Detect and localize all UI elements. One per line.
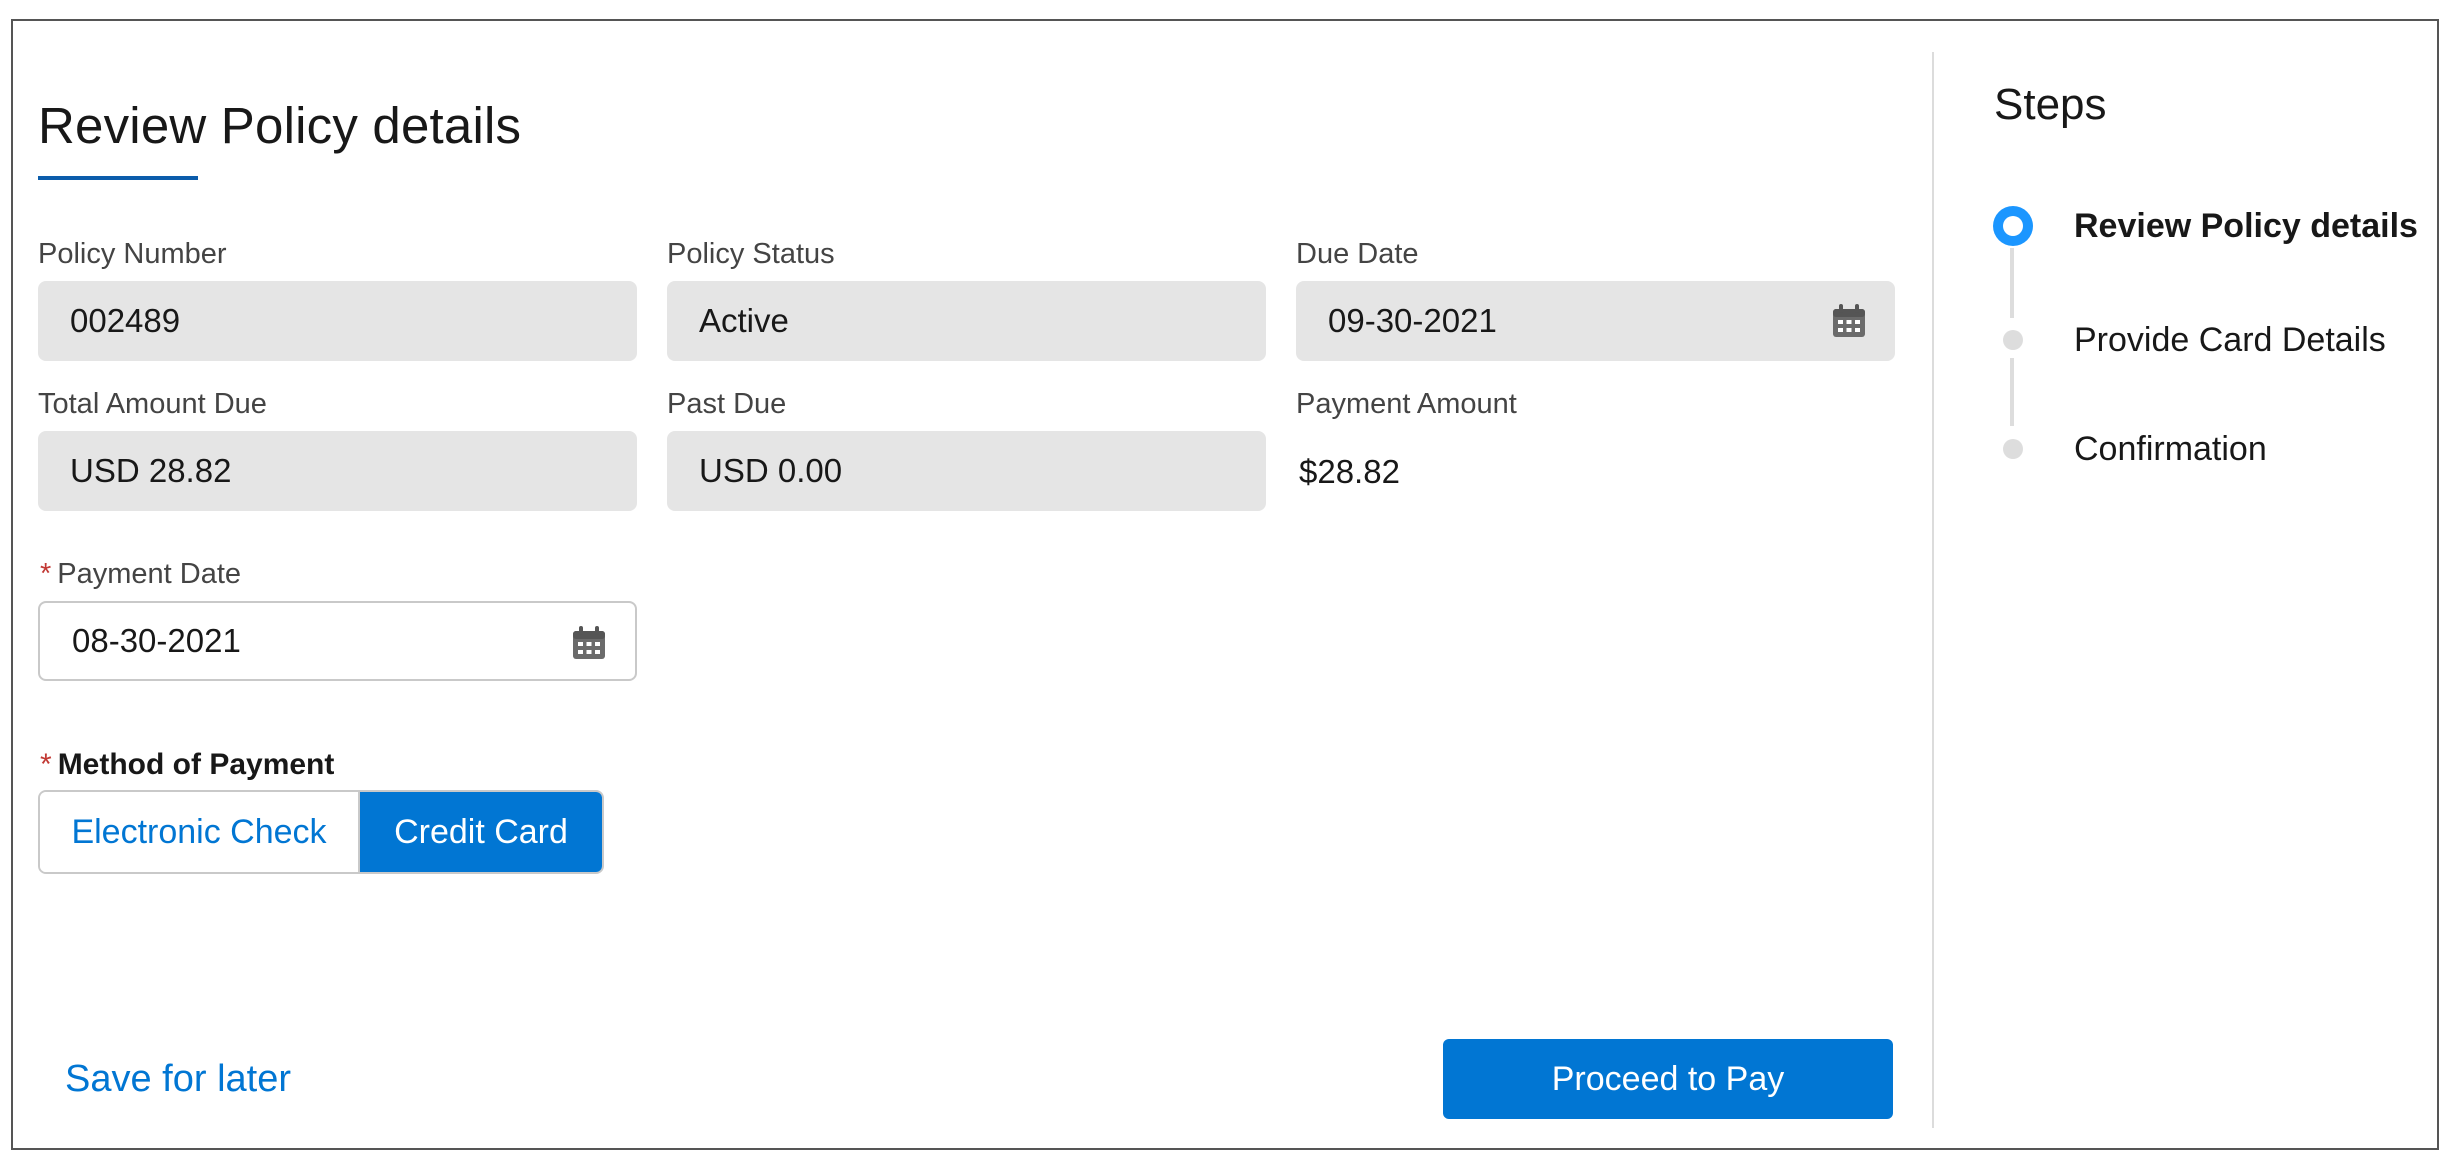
policy-number-label: Policy Number	[38, 238, 227, 270]
required-marker: *	[40, 748, 52, 781]
payment-date-label: * Payment Date	[40, 558, 241, 591]
payment-date-value[interactable]: 08-30-2021	[72, 622, 241, 660]
past-due-field: USD 0.00	[667, 431, 1266, 511]
step-review-policy-details: Review Policy details	[2074, 207, 2418, 245]
calendar-icon[interactable]	[1831, 303, 1867, 339]
step-connector	[2010, 358, 2014, 426]
step-active-indicator	[1993, 206, 2033, 246]
step-pending-indicator	[2003, 330, 2023, 350]
policy-status-label: Policy Status	[667, 238, 835, 270]
page-title: Review Policy details	[38, 97, 522, 154]
step-provide-card-details: Provide Card Details	[2074, 321, 2386, 359]
payment-amount-label: Payment Amount	[1296, 388, 1517, 420]
total-amount-due-label: Total Amount Due	[38, 388, 267, 420]
due-date-value: 09-30-2021	[1328, 302, 1497, 339]
payment-date-input[interactable]: 08-30-2021	[38, 601, 637, 681]
past-due-label: Past Due	[667, 388, 787, 420]
due-date-label: Due Date	[1296, 238, 1419, 270]
proceed-to-pay-button[interactable]: Proceed to Pay	[1443, 1039, 1893, 1119]
policy-status-field: Active	[667, 281, 1266, 361]
due-date-field: 09-30-2021	[1296, 281, 1895, 361]
steps-title: Steps	[1994, 80, 2107, 129]
panel-divider	[1932, 52, 1934, 1128]
page-frame	[11, 19, 2439, 1150]
electronic-check-button[interactable]: Electronic Check	[40, 792, 360, 872]
payment-date-label-text: Payment Date	[57, 558, 242, 590]
title-underline	[38, 176, 198, 180]
credit-card-button[interactable]: Credit Card	[360, 792, 602, 872]
step-connector	[2010, 248, 2014, 318]
step-confirmation: Confirmation	[2074, 430, 2267, 468]
method-of-payment-label: * Method of Payment	[40, 748, 334, 782]
required-marker: *	[40, 558, 52, 590]
step-pending-indicator	[2003, 439, 2023, 459]
save-for-later-link[interactable]: Save for later	[65, 1058, 291, 1101]
method-of-payment-label-text: Method of Payment	[57, 748, 335, 781]
payment-method-toggle: Electronic Check Credit Card	[38, 790, 604, 874]
total-amount-due-field: USD 28.82	[38, 431, 637, 511]
policy-number-field: 002489	[38, 281, 637, 361]
calendar-icon[interactable]	[571, 625, 607, 661]
payment-amount-value: $28.82	[1299, 453, 1400, 490]
